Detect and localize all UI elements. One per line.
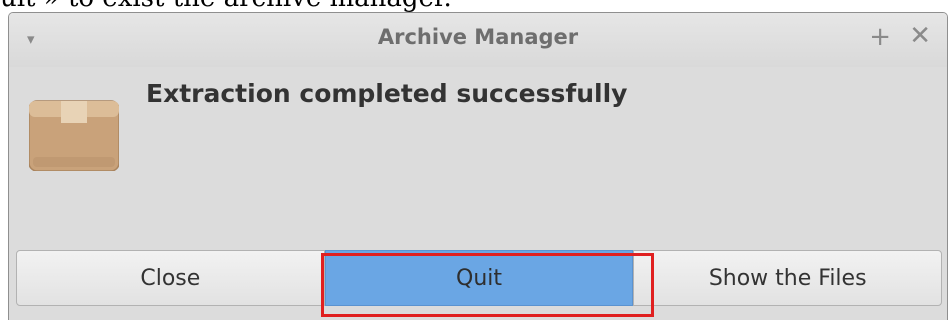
window-titlebar[interactable]: ▾ Archive Manager + ✕	[9, 13, 947, 67]
status-message: Extraction completed successfully	[146, 79, 628, 108]
maximize-icon[interactable]: +	[869, 24, 891, 50]
close-button[interactable]: Close	[16, 250, 325, 306]
caption-text: uit » to exist the archive manager.	[0, 0, 950, 12]
close-window-icon[interactable]: ✕	[909, 23, 931, 49]
dialog-button-row: Close Quit Show the Files	[16, 250, 943, 306]
package-box-icon	[29, 100, 119, 171]
show-files-button[interactable]: Show the Files	[633, 250, 943, 306]
quit-button[interactable]: Quit	[324, 250, 634, 306]
window-title: Archive Manager	[377, 25, 579, 49]
